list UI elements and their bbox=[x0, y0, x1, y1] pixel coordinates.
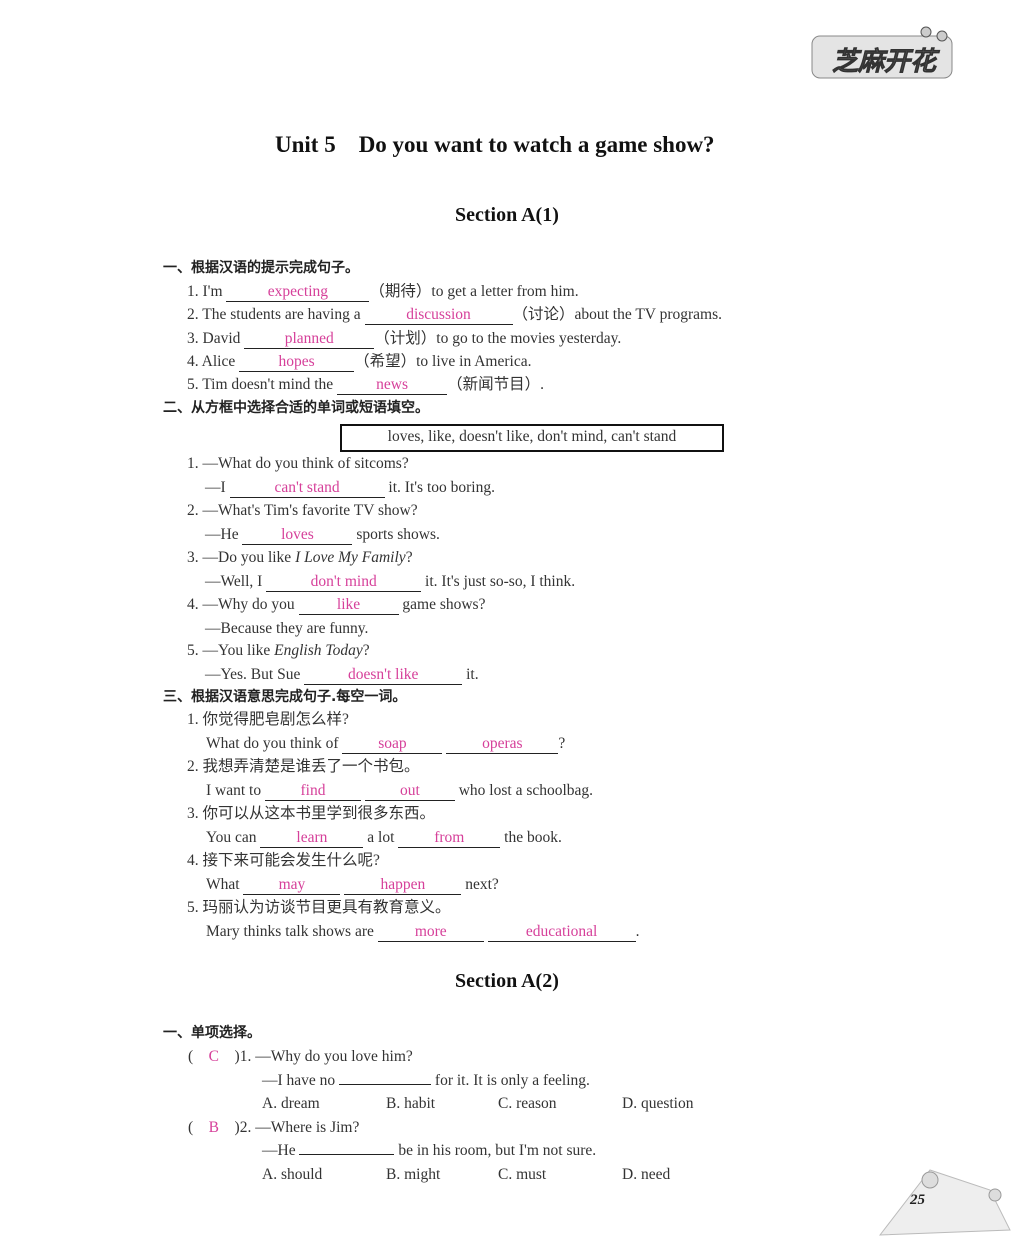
answer-blank: operas bbox=[446, 735, 559, 754]
workbook-page: 芝麻开花 Unit 5 Do you want to watch a game … bbox=[0, 0, 1024, 1255]
chosen-answer: C bbox=[208, 1048, 220, 1065]
option: C. must bbox=[498, 1166, 547, 1183]
answer-line: —Yes. But Sue doesn't like it. bbox=[205, 666, 479, 685]
answer-blank bbox=[299, 1154, 395, 1155]
answer-blank: doesn't like bbox=[304, 666, 463, 685]
answer-blank: discussion bbox=[364, 306, 513, 325]
option: A. dream bbox=[262, 1095, 320, 1112]
answer-line: Mary thinks talk shows are more educatio… bbox=[206, 923, 640, 942]
option: B. might bbox=[386, 1166, 441, 1183]
answer-line: I want to find out who lost a schoolbag. bbox=[206, 782, 594, 801]
option: B. habit bbox=[386, 1095, 436, 1112]
question-line: 1. —What do you think of sitcoms? bbox=[187, 455, 409, 472]
svg-text:芝麻开花: 芝麻开花 bbox=[832, 47, 940, 77]
option: D. question bbox=[622, 1095, 694, 1112]
option: D. need bbox=[622, 1166, 671, 1183]
answer-line: —I can't stand it. It's too boring. bbox=[205, 479, 495, 498]
question-line: ( C )1. —Why do you love him? bbox=[188, 1048, 413, 1065]
logo: 芝麻开花 bbox=[811, 26, 953, 79]
answer-blank: hopes bbox=[239, 353, 355, 372]
answer-blank: find bbox=[264, 782, 361, 801]
question-line: 1. I'm expecting （期待）to get a letter from… bbox=[187, 283, 579, 302]
answer-blank: may bbox=[243, 876, 341, 895]
answer-blank: can't stand bbox=[229, 479, 385, 498]
answer-blank: loves bbox=[242, 526, 353, 545]
answer-blank: news bbox=[337, 376, 448, 395]
answer-blank bbox=[339, 1084, 432, 1085]
answer-blank: like bbox=[298, 596, 399, 615]
option: A. should bbox=[262, 1166, 323, 1183]
question-line: ( B )2. —Where is Jim? bbox=[188, 1119, 360, 1136]
part-heading: 三、根据汉语意思完成句子.每空一词。 bbox=[163, 689, 407, 705]
section-heading: Section A(2) bbox=[455, 970, 559, 992]
answer-line: You can learn a lot from the book. bbox=[206, 829, 562, 848]
question-line: 5. Tim doesn't mind the news （新闻节目）. bbox=[187, 376, 544, 395]
part-heading: 一、单项选择。 bbox=[163, 1025, 261, 1041]
answer-line: —Because they are funny. bbox=[205, 620, 369, 637]
question-line: 2. The students are having a discussion （… bbox=[187, 306, 723, 325]
answer-blank: planned bbox=[244, 330, 375, 349]
answer-blank: don't mind bbox=[266, 573, 422, 592]
chinese-prompt: 3. 你可以从这本书里学到很多东西。 bbox=[187, 805, 436, 822]
page-number: 25 bbox=[910, 1192, 925, 1208]
answer-blank: learn bbox=[260, 829, 364, 848]
part-heading: 一、根据汉语的提示完成句子。 bbox=[163, 260, 359, 276]
flower-decoration-icon bbox=[878, 1169, 1011, 1236]
answer-blank: expecting bbox=[226, 283, 370, 302]
answer-blank: soap bbox=[342, 735, 443, 754]
answer-blank: happen bbox=[344, 876, 462, 895]
question-line: 3. David planned （计划）to go to the movies … bbox=[187, 330, 622, 349]
question-line: 5. —You like English Today? bbox=[187, 642, 370, 659]
chinese-prompt: 2. 我想弄清楚是谁丢了一个书包。 bbox=[187, 758, 420, 775]
answer-blank: more bbox=[377, 923, 484, 942]
unit-title: Unit 5 Do you want to watch a game show? bbox=[275, 132, 715, 157]
question-line: 4. —Why do you like game shows? bbox=[187, 596, 486, 615]
chinese-prompt: 5. 玛丽认为访谈节目更具有教育意义。 bbox=[187, 899, 451, 916]
answer-blank: from bbox=[398, 829, 501, 848]
answer-line: —I have no for it. It is only a feeling. bbox=[262, 1072, 590, 1089]
section-heading: Section A(1) bbox=[455, 204, 559, 226]
chinese-prompt: 1. 你觉得肥皂剧怎么样? bbox=[187, 711, 349, 728]
answer-blank: out bbox=[364, 782, 455, 801]
answer-line: —He be in his room, but I'm not sure. bbox=[262, 1142, 597, 1159]
question-line: 2. —What's Tim's favorite TV show? bbox=[187, 502, 418, 519]
chosen-answer: B bbox=[208, 1119, 220, 1136]
question-line: 3. —Do you like I Love My Family? bbox=[187, 549, 413, 566]
option: C. reason bbox=[498, 1095, 557, 1112]
answer-line: What do you think of soap operas? bbox=[206, 735, 566, 754]
part-heading: 二、从方框中选择合适的单词或短语填空。 bbox=[163, 400, 429, 416]
answer-line: —Well, I don't mind it. It's just so-so,… bbox=[205, 573, 576, 592]
answer-blank: educational bbox=[487, 923, 636, 942]
word-box: loves, like, doesn't like, don't mind, c… bbox=[340, 424, 724, 452]
answer-line: —He loves sports shows. bbox=[205, 526, 440, 545]
answer-line: What may happen next? bbox=[206, 876, 499, 895]
question-line: 4. Alice hopes （希望）to live in America. bbox=[187, 353, 532, 372]
chinese-prompt: 4. 接下来可能会发生什么呢? bbox=[187, 852, 380, 869]
